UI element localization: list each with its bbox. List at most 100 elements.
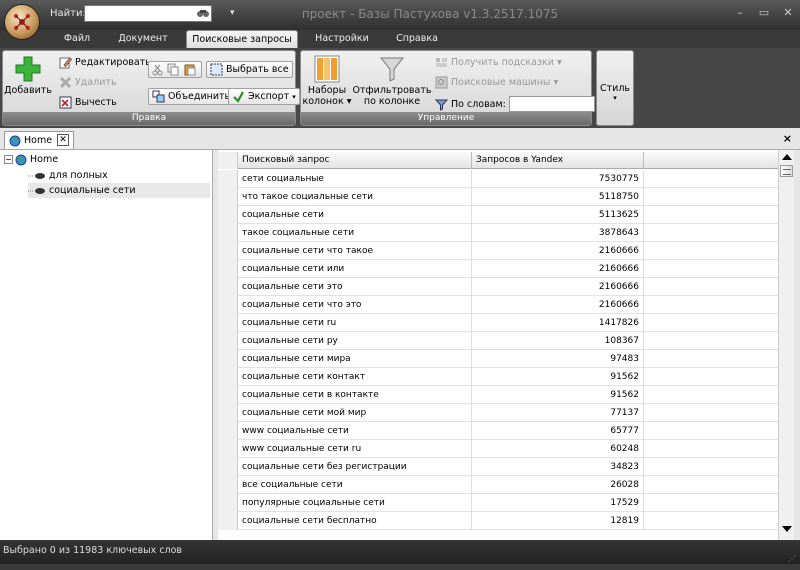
- app-menu-orb[interactable]: [4, 4, 40, 40]
- delete-button[interactable]: Удалить: [59, 76, 117, 89]
- close-all-tabs-button[interactable]: ×: [783, 132, 792, 145]
- get-hints-button[interactable]: Получить подсказки ▾: [435, 56, 562, 69]
- table-row[interactable]: социальные сети ru 1417826: [218, 314, 778, 332]
- cell-query: социальные сети что такое: [238, 242, 472, 260]
- edit-button[interactable]: Редактировать: [59, 56, 151, 69]
- tab-home-close-button[interactable]: ✕: [57, 134, 69, 146]
- tree-item-label: социальные сети: [49, 185, 136, 196]
- style-button[interactable]: Стиль ▾: [597, 83, 633, 102]
- tree-collapse-icon[interactable]: −: [4, 155, 13, 164]
- funnel-icon: [379, 57, 405, 82]
- table-row[interactable]: такое социальные сети 3878643: [218, 224, 778, 242]
- tab-help[interactable]: Справка: [386, 30, 448, 48]
- cell-empty: [644, 440, 777, 458]
- row-selector[interactable]: [218, 440, 238, 458]
- cell-yandex-count: 108367: [472, 332, 644, 350]
- cell-empty: [644, 350, 777, 368]
- tab-home[interactable]: Home ✕: [4, 131, 74, 149]
- table-row[interactable]: социальные сети что такое 2160666: [218, 242, 778, 260]
- by-words-input[interactable]: [508, 96, 595, 112]
- tab-file[interactable]: Файл: [52, 30, 102, 48]
- row-selector[interactable]: [218, 206, 238, 224]
- search-engines-button[interactable]: Поисковые машины ▾: [435, 76, 558, 89]
- row-selector[interactable]: [218, 170, 238, 188]
- queries-grid: Поисковый запрос Запросов в Yandex сети …: [218, 150, 778, 540]
- group-style: Стиль ▾: [596, 50, 634, 126]
- status-bar: Выбрано 0 из 11983 ключевых слов ⋰: [0, 540, 800, 564]
- table-row[interactable]: www социальные сети 65777: [218, 422, 778, 440]
- cell-empty: [644, 170, 777, 188]
- column-header-query[interactable]: Поисковый запрос: [238, 152, 472, 169]
- table-row[interactable]: социальные сети ру 108367: [218, 332, 778, 350]
- style-dropdown-icon: ▾: [613, 94, 617, 102]
- tree-item-socialnye-seti[interactable]: социальные сети: [28, 183, 210, 198]
- row-selector[interactable]: [218, 278, 238, 296]
- filter-by-column-button[interactable]: Отфильтровать по колонке: [353, 55, 431, 107]
- row-selector[interactable]: [218, 350, 238, 368]
- minimize-button[interactable]: –: [734, 6, 746, 19]
- row-selector[interactable]: [218, 422, 238, 440]
- table-row[interactable]: социальные сети 5113625: [218, 206, 778, 224]
- cut-icon[interactable]: [151, 63, 164, 76]
- subtract-icon: [59, 96, 72, 109]
- vertical-scrollbar[interactable]: [778, 150, 794, 540]
- add-button[interactable]: Добавить: [4, 55, 52, 96]
- table-row[interactable]: социальные сети мира 97483: [218, 350, 778, 368]
- table-row[interactable]: популярные социальные сети 17529: [218, 494, 778, 512]
- row-selector[interactable]: [218, 260, 238, 278]
- copy-icon[interactable]: [167, 63, 180, 76]
- row-selector[interactable]: [218, 476, 238, 494]
- tree-root-home[interactable]: − Home: [4, 152, 58, 167]
- export-dropdown-icon: ▾: [292, 92, 296, 101]
- row-selector[interactable]: [218, 314, 238, 332]
- cell-query: все социальные сети: [238, 476, 472, 494]
- tab-search-queries[interactable]: Поисковые запросы: [186, 30, 298, 48]
- row-selector[interactable]: [218, 224, 238, 242]
- tree-item-dlya-polnykh[interactable]: для полных: [28, 168, 108, 183]
- query-group-icon: [28, 187, 45, 194]
- table-row[interactable]: социальные сети без регистрации 34823: [218, 458, 778, 476]
- scroll-up-icon[interactable]: [782, 154, 792, 160]
- row-selector[interactable]: [218, 494, 238, 512]
- select-all-button[interactable]: Выбрать все: [206, 61, 293, 78]
- table-row[interactable]: социальные сети в контакте 91562: [218, 386, 778, 404]
- table-row[interactable]: социальные сети мой мир 77137: [218, 404, 778, 422]
- subtract-button[interactable]: Вычесть: [59, 96, 117, 109]
- cell-query: популярные социальные сети: [238, 494, 472, 512]
- table-row[interactable]: социальные сети или 2160666: [218, 260, 778, 278]
- resize-grip-icon[interactable]: ⋰: [788, 548, 796, 570]
- column-sets-button[interactable]: Наборы колонок ▾: [302, 55, 352, 107]
- row-selector[interactable]: [218, 332, 238, 350]
- table-row[interactable]: www социальные сети ru 60248: [218, 440, 778, 458]
- table-row[interactable]: социальные сети бесплатно 12819: [218, 512, 778, 530]
- row-selector[interactable]: [218, 512, 238, 530]
- cell-query: социальные сети мира: [238, 350, 472, 368]
- close-button[interactable]: ✕: [782, 6, 794, 19]
- table-row[interactable]: социальные сети что это 2160666: [218, 296, 778, 314]
- tab-document[interactable]: Документ: [108, 30, 178, 48]
- scroll-down-icon[interactable]: [782, 526, 792, 532]
- table-row[interactable]: все социальные сети 26028: [218, 476, 778, 494]
- merge-button[interactable]: Объединить: [148, 88, 235, 105]
- grid-header: Поисковый запрос Запросов в Yandex: [218, 152, 778, 169]
- row-selector[interactable]: [218, 404, 238, 422]
- tab-settings[interactable]: Настройки: [306, 30, 378, 48]
- row-selector[interactable]: [218, 188, 238, 206]
- row-selector[interactable]: [218, 242, 238, 260]
- paste-icon[interactable]: [183, 63, 196, 76]
- row-selector[interactable]: [218, 296, 238, 314]
- maximize-button[interactable]: ▭: [758, 6, 770, 19]
- table-row[interactable]: что такое социальные сети 5118750: [218, 188, 778, 206]
- grid-header-selector[interactable]: [218, 152, 238, 169]
- style-label: Стиль: [599, 83, 630, 94]
- scroll-thumb[interactable]: [780, 165, 793, 177]
- row-selector[interactable]: [218, 386, 238, 404]
- table-row[interactable]: социальные сети это 2160666: [218, 278, 778, 296]
- export-button[interactable]: Экспорт ▾: [228, 88, 300, 105]
- table-row[interactable]: сети социальные 7530775: [218, 170, 778, 188]
- row-selector[interactable]: [218, 368, 238, 386]
- row-selector[interactable]: [218, 458, 238, 476]
- table-row[interactable]: социальные сети контакт 91562: [218, 368, 778, 386]
- column-header-yandex[interactable]: Запросов в Yandex: [472, 152, 644, 169]
- cell-query: социальные сети в контакте: [238, 386, 472, 404]
